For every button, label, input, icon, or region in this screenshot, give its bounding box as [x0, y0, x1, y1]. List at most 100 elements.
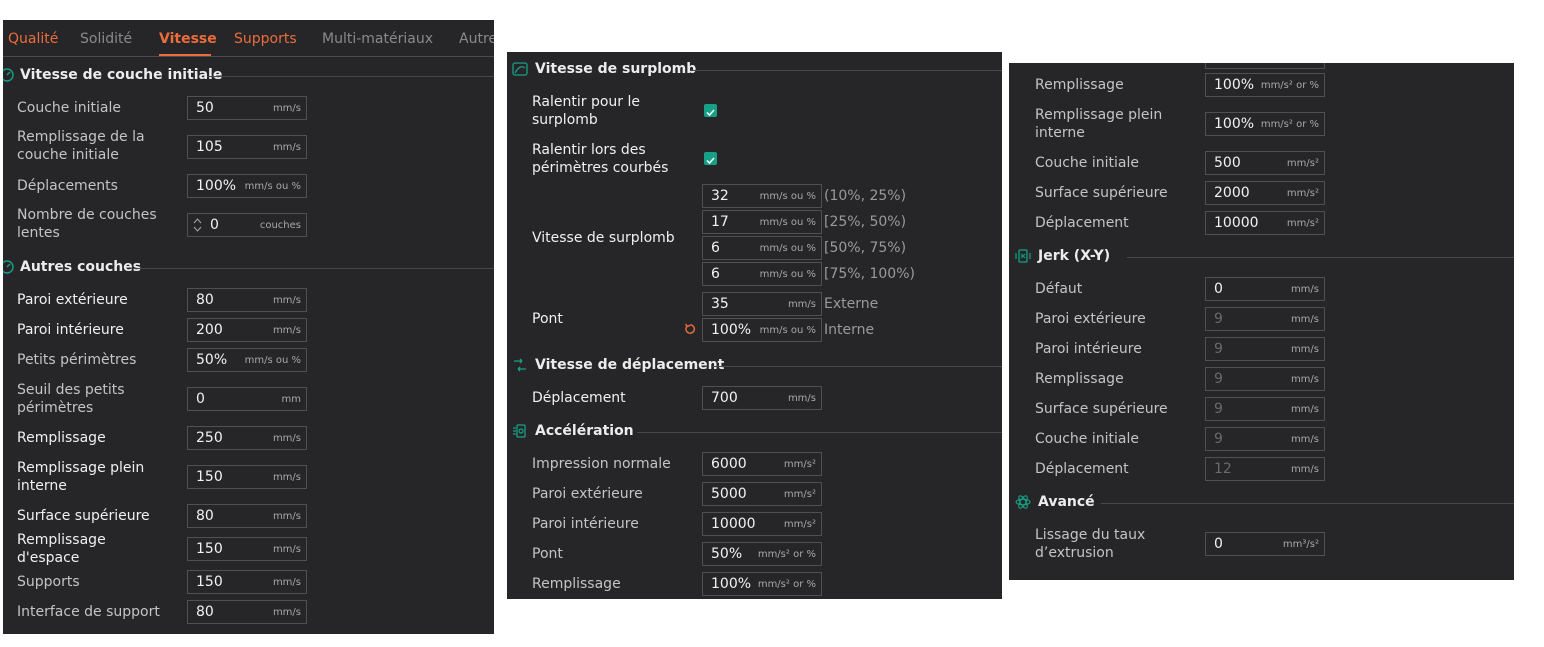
field-unit: mm/s: [272, 295, 301, 306]
top-surface-speed-input[interactable]: 80 mm/s: [187, 504, 307, 528]
travel-speed-input[interactable]: 700 mm/s: [702, 386, 822, 410]
default-jerk-input[interactable]: 0 mm/s: [1205, 277, 1325, 301]
field-value: 5000: [711, 486, 747, 502]
label-extrusion-rate-smoothing: Lissage du taux d’extrusion: [1035, 527, 1146, 561]
field-unit: mm/s: [1290, 314, 1319, 325]
field-unit: mm/s²: [1286, 158, 1319, 169]
bridge-accel-input[interactable]: 50% mm/s² or %: [702, 542, 822, 566]
infill-speed-input[interactable]: 250 mm/s: [187, 426, 307, 450]
field-value: 35: [711, 296, 729, 312]
travel-icon: [514, 358, 526, 372]
infill-jerk-input[interactable]: 9 mm/s: [1205, 367, 1325, 391]
field-unit: mm/s ou %: [759, 243, 816, 254]
field-unit: mm/s: [1290, 344, 1319, 355]
overhang-speed-input-10-25[interactable]: 32 mm/s ou %: [702, 184, 822, 208]
tab-others[interactable]: Autres: [459, 31, 494, 47]
internal-solid-infill-speed-input[interactable]: 150 mm/s: [187, 465, 307, 489]
label-small-perimeters: Petits périmètres: [17, 352, 137, 368]
outer-wall-speed-input[interactable]: 80 mm/s: [187, 288, 307, 312]
label-infill: Remplissage: [1035, 371, 1124, 387]
field-unit: mm/s: [787, 299, 816, 310]
field-value: 500: [1214, 155, 1241, 171]
overhang-speed-input-50-75[interactable]: 6 mm/s ou %: [702, 236, 822, 260]
label-inner-wall: Paroi intérieure: [1035, 341, 1142, 357]
section-divider: [207, 76, 494, 77]
field-unit: mm/s² or %: [1260, 80, 1319, 91]
section-travel-speed: Vitesse de déplacement: [512, 356, 1002, 376]
field-value: 9: [1214, 431, 1223, 447]
field-value: 17: [711, 214, 729, 230]
small-perimeters-speed-input[interactable]: 50% mm/s ou %: [187, 348, 307, 372]
spin-arrows-icon[interactable]: [193, 217, 202, 233]
field-unit: mm³/s²: [1282, 539, 1319, 550]
bridge-internal-speed-input[interactable]: 100% mm/s ou %: [702, 318, 822, 342]
travel-accel-input[interactable]: 10000 mm/s²: [1205, 211, 1325, 235]
field-value: 10000: [711, 516, 756, 532]
field-unit: mm/s ou %: [759, 217, 816, 228]
inner-wall-accel-input[interactable]: 10000 mm/s²: [702, 512, 822, 536]
field-value: 150: [196, 469, 223, 485]
field-value: 100%: [196, 178, 237, 194]
reset-icon[interactable]: [684, 323, 696, 335]
field-value: 250: [196, 430, 223, 446]
initial-layer-accel-input[interactable]: 500 mm/s²: [1205, 151, 1325, 175]
top-surface-jerk-input[interactable]: 9 mm/s: [1205, 397, 1325, 421]
initial-layer-speed-input[interactable]: 50 mm/s: [187, 96, 307, 120]
initial-travel-speed-input[interactable]: 100% mm/s ou %: [187, 174, 307, 198]
field-unit: mm/s: [272, 511, 301, 522]
bridge-external-speed-input[interactable]: 35 mm/s: [702, 292, 822, 316]
gap-fill-speed-input[interactable]: 150 mm/s: [187, 537, 307, 561]
internal-solid-infill-accel-input[interactable]: 100% mm/s² or %: [1205, 112, 1325, 136]
speed-settings-panel-left: Qualité Solidité Vitesse Supports Multi-…: [3, 20, 494, 634]
label-infill: Remplissage: [1035, 77, 1124, 93]
tab-speed[interactable]: Vitesse: [159, 31, 217, 47]
section-divider: [712, 366, 1002, 367]
infill-accel-input[interactable]: 100% mm/s² or %: [702, 572, 822, 596]
label-travel: Déplacement: [1035, 461, 1129, 477]
support-interface-speed-input[interactable]: 80 mm/s: [187, 600, 307, 624]
extrusion-rate-smoothing-input[interactable]: 0 mm³/s²: [1205, 532, 1325, 556]
overhang-range-label: [25%, 50%): [824, 214, 907, 230]
tab-multi-material[interactable]: Multi-matériaux: [322, 31, 433, 47]
label-travel: Déplacements: [17, 178, 118, 194]
small-perimeter-threshold-input[interactable]: 0 mm: [187, 387, 307, 411]
section-jerk: Jerk (X-Y): [1015, 247, 1514, 267]
field-unit: mm/s² or %: [757, 549, 816, 560]
outer-wall-accel-input[interactable]: 5000 mm/s²: [702, 482, 822, 506]
initial-layer-infill-speed-input[interactable]: 105 mm/s: [187, 135, 307, 159]
inner-wall-jerk-input[interactable]: 9 mm/s: [1205, 337, 1325, 361]
overhang-speed-input-25-50[interactable]: 17 mm/s ou %: [702, 210, 822, 234]
field-value: 200: [196, 322, 223, 338]
speed-settings-panel-right: Remplissage 100% mm/s² or % Remplissage …: [1009, 63, 1514, 580]
slow-layers-spin-input[interactable]: 0 couches: [187, 213, 307, 237]
label-top-surface: Surface supérieure: [17, 508, 150, 524]
tab-quality[interactable]: Qualité: [8, 31, 58, 47]
section-initial-layer-speed: Vitesse de couche initiale: [3, 66, 494, 86]
initial-layer-jerk-input[interactable]: 9 mm/s: [1205, 427, 1325, 451]
tab-supports[interactable]: Supports: [234, 31, 297, 47]
travel-jerk-input[interactable]: 12 mm/s: [1205, 457, 1325, 481]
field-value: 50: [196, 100, 214, 116]
field-unit: mm/s: [272, 607, 301, 618]
top-surface-accel-input[interactable]: 2000 mm/s²: [1205, 181, 1325, 205]
label-default: Défaut: [1035, 281, 1083, 297]
field-value: 150: [196, 541, 223, 557]
tab-strength[interactable]: Solidité: [80, 31, 132, 47]
field-unit: mm/s: [1290, 284, 1319, 295]
label-internal-solid-infill: Remplissage plein interne: [17, 460, 145, 494]
infill-accel-input[interactable]: 100% mm/s² or %: [1205, 73, 1325, 97]
section-title: Accélération: [535, 423, 634, 439]
slow-overhang-checkbox[interactable]: [704, 104, 717, 117]
field-value: 150: [196, 574, 223, 590]
support-speed-input[interactable]: 150 mm/s: [187, 570, 307, 594]
advanced-icon: [1015, 495, 1031, 509]
inner-wall-speed-input[interactable]: 200 mm/s: [187, 318, 307, 342]
field-value: 9: [1214, 341, 1223, 357]
field-value: 2000: [1214, 185, 1250, 201]
normal-printing-accel-input[interactable]: 6000 mm/s²: [702, 452, 822, 476]
section-overhang-speed: Vitesse de surplomb: [512, 60, 1002, 80]
outer-wall-jerk-input[interactable]: 9 mm/s: [1205, 307, 1325, 331]
slow-curled-perimeters-checkbox[interactable]: [704, 152, 717, 165]
field-value: 12: [1214, 461, 1232, 477]
overhang-speed-input-75-100[interactable]: 6 mm/s ou %: [702, 262, 822, 286]
